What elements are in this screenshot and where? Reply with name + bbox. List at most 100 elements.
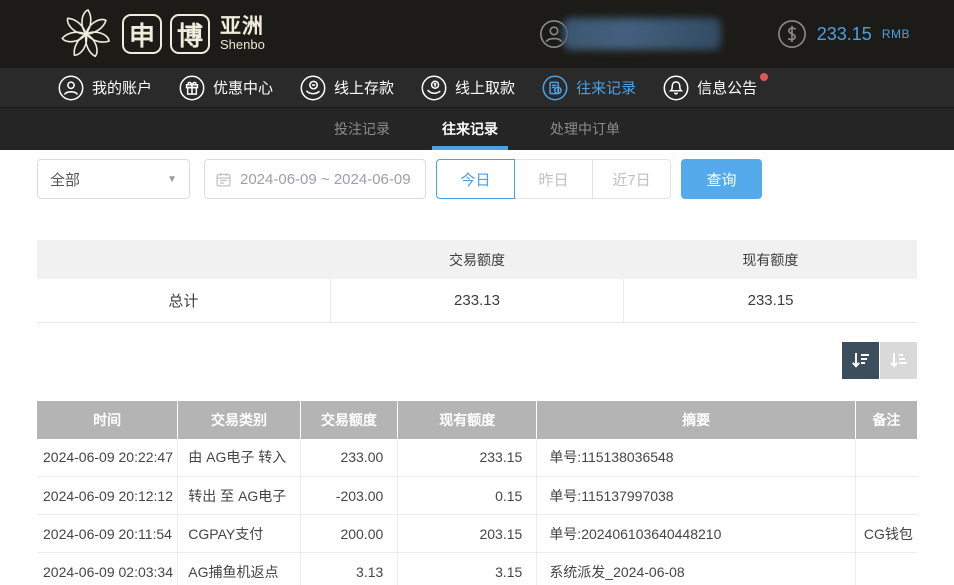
summary-header-row: 交易额度 现有额度 [37, 240, 917, 279]
col-header-remark: 备注 [855, 401, 917, 439]
nav-item-deposit[interactable]: 线上存款 [300, 75, 394, 101]
summary-table: 交易额度 现有额度 总计 233.13 233.15 [37, 240, 917, 323]
records-icon [542, 75, 568, 101]
col-header-type: 交易类别 [178, 401, 300, 439]
cell-remark [855, 477, 917, 515]
cell-summary: 单号:115137997038 [537, 477, 856, 515]
nav-label: 往来记录 [576, 77, 636, 98]
cell-type: CGPAY支付 [178, 515, 300, 553]
query-button[interactable]: 查询 [681, 159, 762, 199]
cell-balance: 3.15 [398, 553, 537, 585]
nav-label: 信息公告 [697, 77, 757, 98]
nav-label: 线上取款 [455, 77, 515, 98]
balance[interactable]: 233.15 RMB [777, 19, 910, 49]
date-range-value: 2024-06-09 ~ 2024-06-09 [240, 171, 411, 188]
withdraw-icon [421, 75, 447, 101]
balance-currency: RMB [882, 27, 910, 41]
cell-balance: 233.15 [398, 439, 537, 477]
table-header-row: 时间 交易类别 交易额度 现有额度 摘要 备注 [37, 401, 917, 439]
table-row: 2024-06-09 20:12:12 转出 至 AG电子 -203.00 0.… [37, 477, 917, 515]
gift-icon [179, 75, 205, 101]
nav-label: 我的账户 [92, 77, 152, 98]
content: 全部 ▼ 2024-06-09 ~ 2024-06-09 今日 昨日 近7日 查… [0, 150, 954, 585]
tab-processing-orders[interactable]: 处理中订单 [540, 108, 630, 150]
sub-nav: 投注记录 往来记录 处理中订单 [0, 108, 954, 150]
table-row: 2024-06-09 20:22:47 由 AG电子 转入 233.00 233… [37, 439, 917, 477]
flower-logo-icon [58, 6, 114, 62]
deposit-icon [300, 75, 326, 101]
sort-controls [37, 342, 917, 379]
tab-transaction-records[interactable]: 往来记录 [432, 108, 508, 150]
summary-header-current-amount: 现有额度 [624, 240, 917, 279]
nav-item-my-account[interactable]: 我的账户 [58, 75, 152, 101]
tab-betting-records[interactable]: 投注记录 [324, 108, 400, 150]
quick-range-group: 今日 昨日 近7日 [436, 159, 671, 199]
page: 申 博 亚洲 Shenbo [0, 0, 954, 585]
nav-item-withdraw[interactable]: 线上取款 [421, 75, 515, 101]
transactions-table: 时间 交易类别 交易额度 现有额度 摘要 备注 2024-06-09 20:22… [37, 401, 917, 585]
sort-ascending-button[interactable] [880, 342, 917, 379]
summary-header-trade-amount: 交易额度 [330, 240, 623, 279]
cell-amount: 3.13 [300, 553, 398, 585]
brand-region-text: 亚洲 [220, 16, 265, 38]
sort-descending-button[interactable] [842, 342, 879, 379]
type-select[interactable]: 全部 ▼ [37, 159, 190, 199]
col-header-balance: 现有额度 [398, 401, 537, 439]
chevron-down-icon: ▼ [167, 174, 177, 185]
cell-type: AG捕鱼机返点 [178, 553, 300, 585]
sort-ascending-icon [888, 349, 910, 371]
brand-logo[interactable]: 申 博 亚洲 Shenbo [58, 6, 265, 62]
summary-total-row: 总计 233.13 233.15 [37, 279, 917, 322]
cell-summary: 单号:115138036548 [537, 439, 856, 477]
calendar-icon [215, 171, 232, 188]
summary-current-amount: 233.15 [624, 279, 917, 322]
nav-label: 优惠中心 [213, 77, 273, 98]
user-icon [58, 75, 84, 101]
nav-label: 线上存款 [334, 77, 394, 98]
redacted-username [563, 18, 721, 50]
user-account[interactable] [539, 18, 721, 50]
last7days-button[interactable]: 近7日 [592, 159, 671, 199]
nav-item-transaction-records[interactable]: 往来记录 [542, 75, 636, 101]
table-row: 2024-06-09 02:03:34 AG捕鱼机返点 3.13 3.15 系统… [37, 553, 917, 585]
cell-balance: 203.15 [398, 515, 537, 553]
date-range-input[interactable]: 2024-06-09 ~ 2024-06-09 [204, 159, 426, 199]
cell-balance: 0.15 [398, 477, 537, 515]
balance-amount: 233.15 [817, 24, 872, 45]
col-header-summary: 摘要 [537, 401, 856, 439]
bell-icon [663, 75, 689, 101]
cell-time: 2024-06-09 20:12:12 [37, 477, 178, 515]
notification-badge [760, 73, 768, 81]
summary-total-label: 总计 [37, 279, 330, 322]
nav-item-announcements[interactable]: 信息公告 [663, 75, 757, 101]
cell-remark: CG钱包 [855, 515, 917, 553]
cell-type: 转出 至 AG电子 [178, 477, 300, 515]
yesterday-button[interactable]: 昨日 [514, 159, 593, 199]
cell-time: 2024-06-09 20:11:54 [37, 515, 178, 553]
cell-summary: 单号:202406103640448210 [537, 515, 856, 553]
cell-type: 由 AG电子 转入 [178, 439, 300, 477]
cell-summary: 系统派发_2024-06-08 [537, 553, 856, 585]
col-header-time: 时间 [37, 401, 178, 439]
summary-trade-amount: 233.13 [330, 279, 623, 322]
cell-amount: -203.00 [300, 477, 398, 515]
cell-amount: 233.00 [300, 439, 398, 477]
top-header: 申 博 亚洲 Shenbo [0, 0, 954, 68]
main-nav: 我的账户 优惠中心 线上存款 线上取款 [0, 68, 954, 108]
today-button[interactable]: 今日 [436, 159, 515, 199]
cell-time: 2024-06-09 20:22:47 [37, 439, 178, 477]
cell-amount: 200.00 [300, 515, 398, 553]
brand-char-shen: 申 [122, 14, 162, 54]
cell-time: 2024-06-09 02:03:34 [37, 553, 178, 585]
brand-char-bo: 博 [170, 14, 210, 54]
table-row: 2024-06-09 20:11:54 CGPAY支付 200.00 203.1… [37, 515, 917, 553]
col-header-amount: 交易额度 [300, 401, 398, 439]
cell-remark [855, 553, 917, 585]
brand-en-text: Shenbo [220, 38, 265, 52]
sort-descending-icon [850, 349, 872, 371]
summary-header-empty [37, 240, 330, 279]
nav-item-promotions[interactable]: 优惠中心 [179, 75, 273, 101]
type-select-value: 全部 [50, 169, 80, 190]
filter-row: 全部 ▼ 2024-06-09 ~ 2024-06-09 今日 昨日 近7日 查… [37, 159, 917, 199]
cell-remark [855, 439, 917, 477]
